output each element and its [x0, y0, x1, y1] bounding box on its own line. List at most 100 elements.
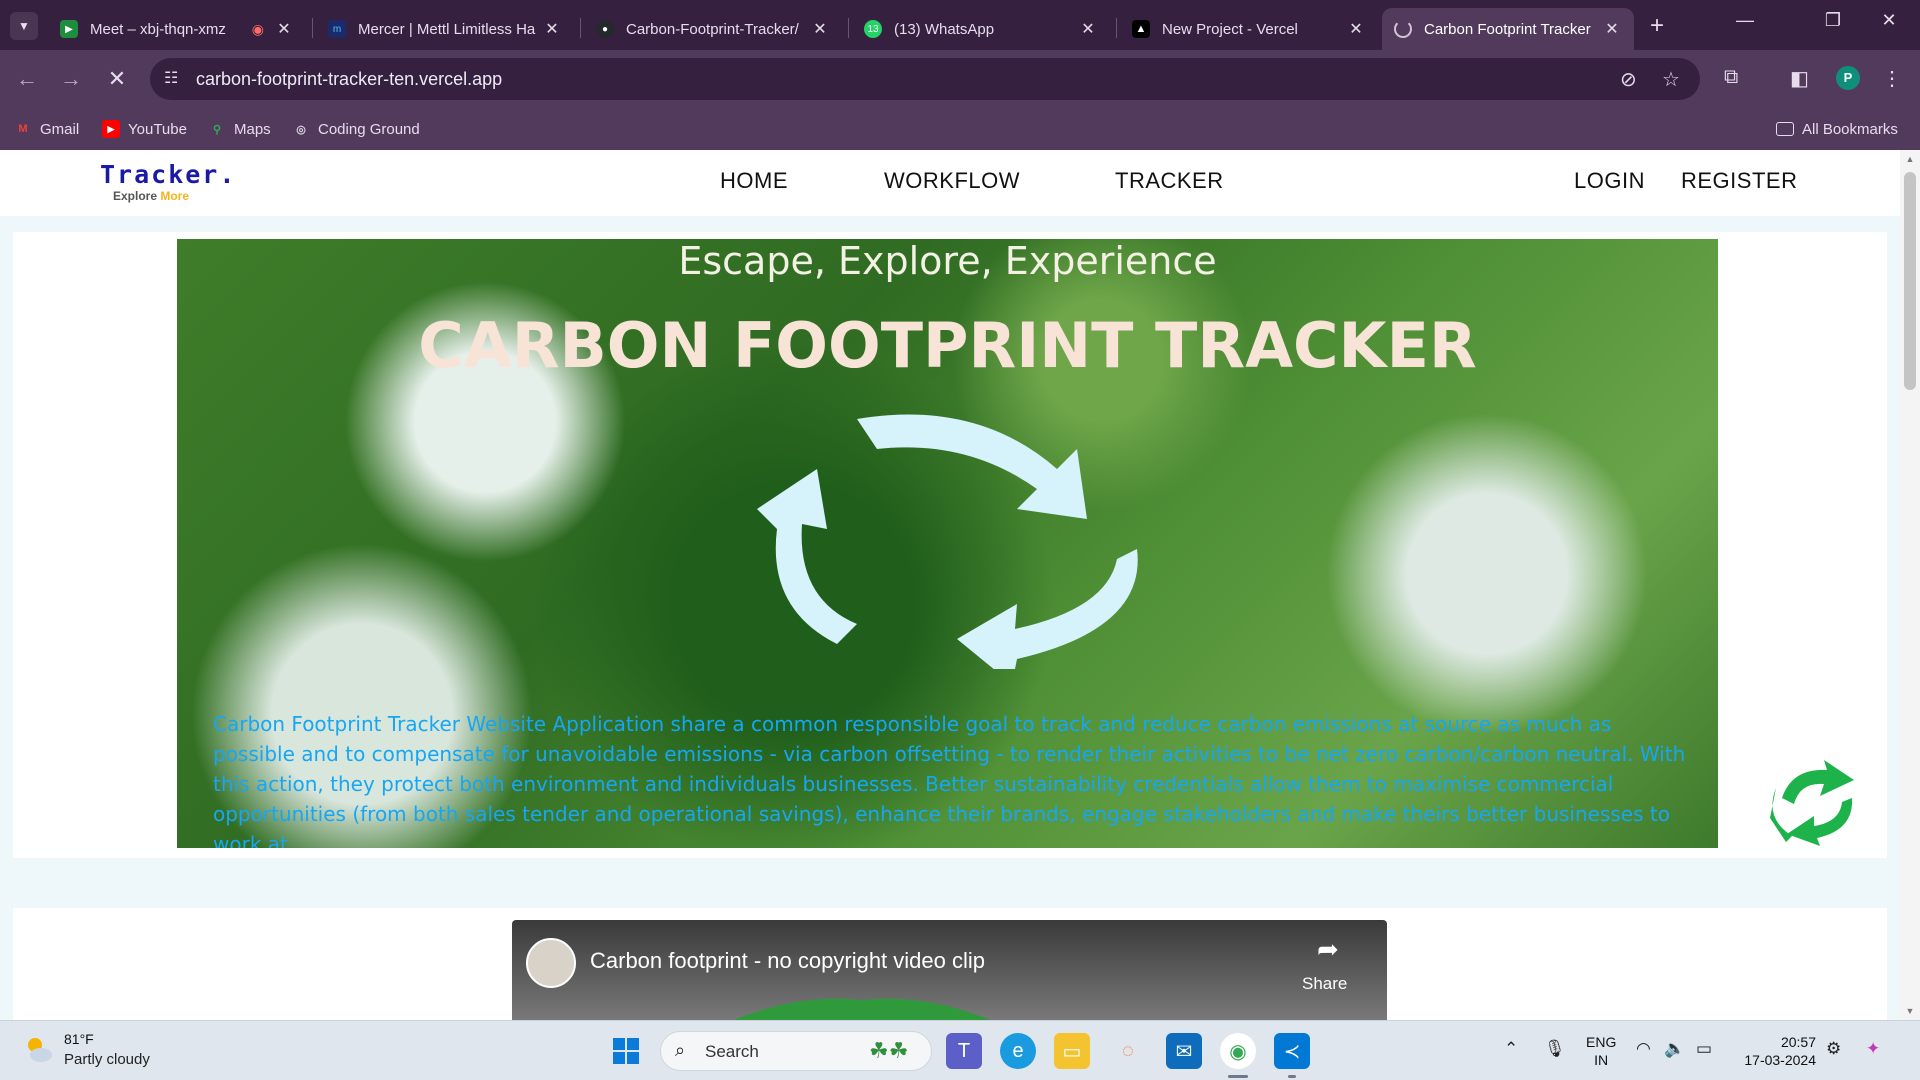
bookmark-coding-ground[interactable]: ◎ Coding Ground — [292, 116, 420, 142]
volume-icon[interactable]: 🔈 — [1664, 1039, 1685, 1059]
all-bookmarks[interactable]: All Bookmarks — [1776, 116, 1898, 142]
site-logo[interactable]: Tracker. Explore More — [100, 160, 236, 203]
lang-line2: IN — [1594, 1052, 1609, 1068]
system-clock[interactable]: 20:57 17-03-2024 — [1742, 1033, 1816, 1069]
windows-start-icon[interactable] — [608, 1033, 644, 1069]
tab-divider — [580, 18, 581, 38]
chrome-icon[interactable]: ◉ — [1220, 1033, 1256, 1069]
shamrock-icon: ☘☘ — [869, 1038, 909, 1063]
tab-title: Carbon-Footprint-Tracker/ — [626, 20, 799, 38]
tab-title: New Project - Vercel — [1162, 20, 1298, 38]
video-thumbnail-art — [734, 998, 990, 1020]
chevron-up-icon[interactable]: ⌃ — [1504, 1039, 1518, 1059]
lang-line1: ENG — [1586, 1034, 1617, 1050]
window-close-icon[interactable]: ✕ — [1874, 10, 1904, 31]
video-title[interactable]: Carbon footprint - no copyright video cl… — [590, 948, 985, 974]
do-not-disturb-icon[interactable]: ⚙ — [1826, 1039, 1841, 1059]
mercer-mettl-icon: m — [328, 20, 346, 38]
bookmark-maps[interactable]: ⚲ Maps — [208, 116, 271, 142]
nav-register[interactable]: REGISTER — [1681, 168, 1797, 194]
eye-off-icon[interactable]: ⊘ — [1620, 67, 1637, 92]
jupyter-icon[interactable]: ◌ — [1110, 1033, 1146, 1069]
recycle-icon[interactable] — [1762, 758, 1866, 846]
gmail-icon: M — [18, 123, 28, 135]
page-scrollbar[interactable]: ▲ ▼ — [1900, 150, 1920, 1020]
battery-icon[interactable]: ▭ — [1696, 1039, 1712, 1059]
bookmark-gmail[interactable]: M Gmail — [14, 116, 79, 142]
tab-carbon-tracker[interactable]: Carbon Footprint Tracker ✕ — [1382, 8, 1634, 50]
tab-whatsapp[interactable]: 13 (13) WhatsApp ✕ — [852, 8, 1110, 50]
logo-title: Tracker. — [100, 160, 237, 189]
weather-desc[interactable]: Partly cloudy — [64, 1051, 150, 1068]
file-explorer-icon[interactable]: ▭ — [1054, 1033, 1090, 1069]
microphone-icon[interactable]: 🎙 — [1544, 1039, 1566, 1059]
profile-avatar[interactable]: P — [1836, 66, 1860, 90]
tab-title: Carbon Footprint Tracker — [1424, 20, 1591, 38]
language-indicator[interactable]: ENG IN — [1586, 1033, 1616, 1069]
hero-description: Carbon Footprint Tracker Website Applica… — [213, 712, 1686, 848]
wifi-icon[interactable]: ◠ — [1636, 1039, 1651, 1059]
browser-toolbar: ← → ✕ ☷ carbon-footprint-tracker-ten.ver… — [0, 50, 1920, 108]
close-icon[interactable]: ✕ — [274, 19, 294, 39]
close-icon[interactable]: ✕ — [542, 19, 562, 39]
clock-date: 17-03-2024 — [1744, 1052, 1816, 1068]
chrome-active-indicator — [1228, 1075, 1248, 1078]
tab-vercel[interactable]: ▲ New Project - Vercel ✕ — [1120, 8, 1378, 50]
search-placeholder: Search — [705, 1042, 759, 1061]
side-panel-icon[interactable]: ◧ — [1790, 66, 1809, 91]
bookmark-youtube[interactable]: ▶ YouTube — [102, 116, 187, 142]
share-icon[interactable]: ➦ — [1317, 934, 1339, 965]
url-text[interactable]: carbon-footprint-tracker-ten.vercel.app — [196, 69, 502, 90]
scrollbar-thumb[interactable] — [1904, 172, 1916, 390]
mail-icon[interactable]: ✉ — [1166, 1033, 1202, 1069]
tab-search-button[interactable]: ▼ — [10, 12, 38, 40]
bookmark-label: Coding Ground — [318, 120, 420, 138]
vercel-icon: ▲ — [1132, 20, 1150, 38]
nav-login[interactable]: LOGIN — [1574, 168, 1645, 194]
channel-avatar[interactable] — [526, 938, 576, 988]
nav-workflow[interactable]: WORKFLOW — [884, 168, 1020, 194]
tab-github[interactable]: ● Carbon-Footprint-Tracker/ ✕ — [584, 8, 842, 50]
tab-title: Mercer | Mettl Limitless Ha — [358, 20, 536, 38]
address-bar[interactable]: ☷ carbon-footprint-tracker-ten.vercel.ap… — [150, 58, 1700, 100]
minimize-icon[interactable]: — — [1730, 10, 1760, 31]
tab-meet[interactable]: ▶ Meet – xbj-thqn-xmz ◉ ✕ — [48, 8, 306, 50]
weather-temp[interactable]: 81°F — [64, 1031, 94, 1047]
extensions-icon[interactable]: ⧉ — [1724, 66, 1738, 89]
stop-loading-icon[interactable]: ✕ — [102, 64, 132, 94]
close-icon[interactable]: ✕ — [810, 19, 830, 39]
hero-banner: Escape, Explore, Experience CARBON FOOTP… — [177, 239, 1718, 848]
back-icon[interactable]: ← — [12, 64, 42, 94]
site-navbar: Tracker. Explore More HOME WORKFLOW TRAC… — [0, 150, 1900, 216]
taskbar-search[interactable]: ⌕ Search ☘☘ — [660, 1031, 932, 1071]
forward-icon[interactable]: → — [56, 64, 86, 94]
teams-icon[interactable]: T — [946, 1033, 982, 1069]
bookmark-label: YouTube — [128, 120, 187, 138]
share-button[interactable]: Share — [1302, 974, 1347, 994]
scroll-down-icon[interactable]: ▼ — [1900, 1006, 1920, 1016]
menu-icon[interactable]: ⋮ — [1882, 66, 1902, 91]
loading-icon — [1394, 20, 1412, 38]
copilot-icon[interactable]: ✦ — [1866, 1039, 1880, 1059]
clock-time: 20:57 — [1780, 1034, 1816, 1050]
partly-cloudy-icon[interactable] — [22, 1033, 54, 1065]
close-icon[interactable]: ✕ — [1346, 19, 1366, 39]
new-tab-button[interactable]: + — [1650, 12, 1664, 40]
whatsapp-icon: 13 — [864, 20, 882, 38]
nav-tracker[interactable]: TRACKER — [1115, 168, 1224, 194]
edge-icon[interactable]: e — [1000, 1033, 1036, 1069]
site-info-icon[interactable]: ☷ — [164, 68, 178, 88]
logo-sub-explore: Explore — [113, 189, 158, 203]
vscode-icon[interactable]: ≺ — [1274, 1033, 1310, 1069]
tab-divider — [848, 18, 849, 38]
embedded-video[interactable]: Carbon footprint - no copyright video cl… — [512, 920, 1387, 1020]
restore-icon[interactable]: ❐ — [1818, 10, 1848, 31]
folder-icon — [1776, 122, 1794, 136]
scroll-up-icon[interactable]: ▲ — [1900, 154, 1920, 164]
close-icon[interactable]: ✕ — [1602, 19, 1622, 39]
bookmark-label: Maps — [234, 120, 271, 138]
nav-home[interactable]: HOME — [720, 168, 788, 194]
bookmark-star-icon[interactable]: ☆ — [1662, 67, 1680, 92]
close-icon[interactable]: ✕ — [1078, 19, 1098, 39]
tab-mercer[interactable]: m Mercer | Mettl Limitless Ha ✕ — [316, 8, 574, 50]
